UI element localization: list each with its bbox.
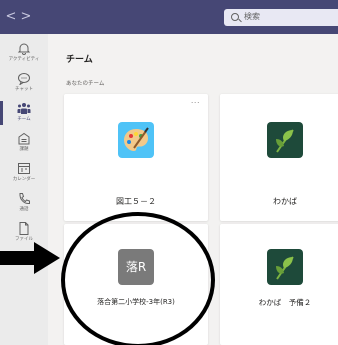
rail-item-calendar[interactable]: カレンダー (0, 159, 48, 187)
rail-item-activity[interactable]: アクティビティ (0, 39, 48, 67)
leaf-icon (267, 122, 303, 158)
calendar-icon (18, 163, 30, 174)
team-card-wakaba[interactable]: わかば (220, 94, 338, 221)
rail-item-label: 課題 (19, 147, 29, 152)
art-palette-icon (118, 122, 154, 158)
section-label: あなたのチーム (66, 81, 105, 87)
search-icon (231, 13, 239, 21)
search-placeholder: 検索 (244, 12, 260, 21)
rail-item-assignments[interactable]: 課題 (0, 129, 48, 157)
back-button[interactable]: < (4, 9, 18, 25)
forward-button[interactable]: > (19, 9, 33, 25)
phone-icon (19, 193, 30, 205)
rail-item-label: アクティビティ (8, 57, 40, 62)
annotation-arrow (0, 242, 60, 274)
annotation-circle (61, 212, 215, 345)
team-card-zukou[interactable]: ... 図工５－２ (64, 94, 208, 221)
file-icon (19, 222, 29, 235)
rail-item-label: チーム (17, 117, 31, 122)
rail-item-teams[interactable]: チーム (0, 99, 48, 127)
team-card-wakaba-yobi2[interactable]: わかば 予備２ (220, 224, 338, 345)
team-name: わかば 予備２ (258, 298, 312, 307)
leaf-icon (267, 249, 303, 285)
title-bar: < > 検索 (0, 0, 338, 34)
page-title: チーム (66, 55, 93, 65)
rail-item-label: 通話 (19, 207, 29, 212)
rail-item-calls[interactable]: 通話 (0, 189, 48, 217)
rail-item-label: カレンダー (12, 177, 36, 182)
bell-icon (17, 43, 31, 55)
assignments-icon (18, 132, 30, 145)
app-rail: アクティビティ チャット チーム 課題 カレンダー 通話 ファイル (0, 34, 48, 345)
search-input[interactable]: 検索 (224, 9, 338, 26)
teams-icon (17, 103, 31, 114)
chat-icon (18, 73, 30, 85)
rail-item-chat[interactable]: チャット (0, 69, 48, 97)
team-name: 図工５－２ (116, 197, 156, 206)
more-options-button[interactable]: ... (191, 96, 200, 105)
rail-item-label: チャット (15, 87, 33, 92)
team-name: わかば (273, 197, 297, 206)
